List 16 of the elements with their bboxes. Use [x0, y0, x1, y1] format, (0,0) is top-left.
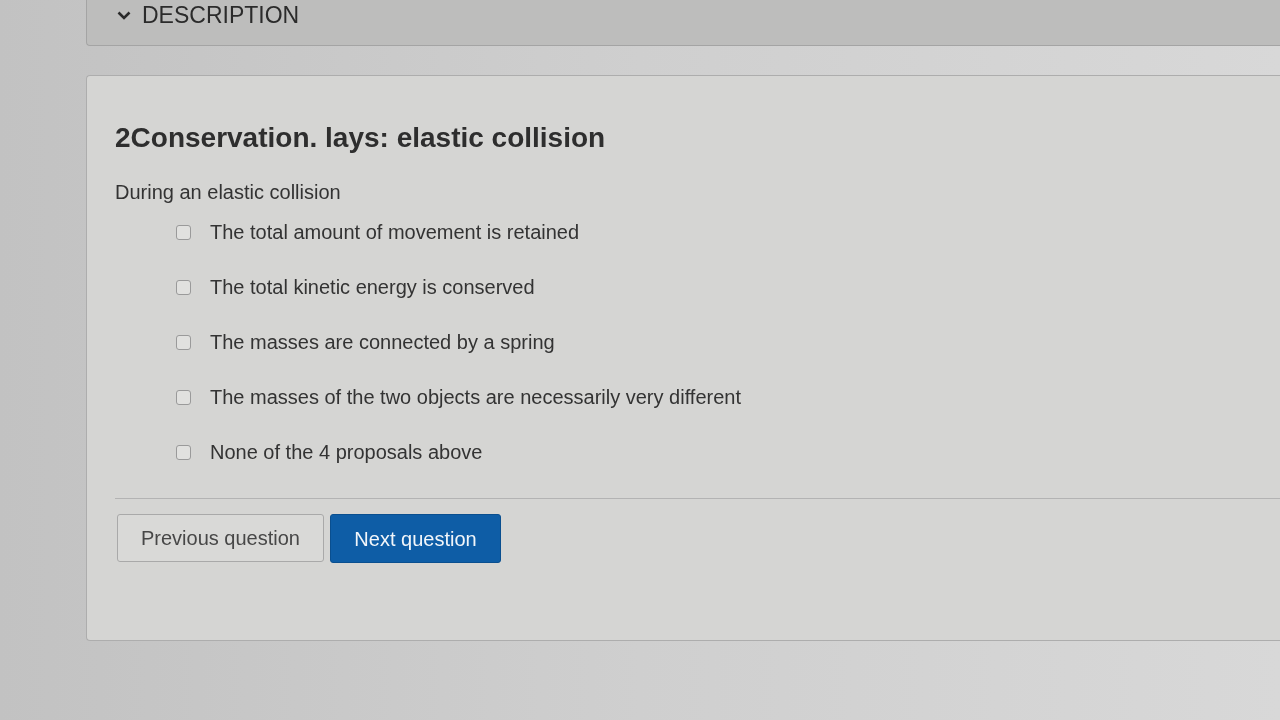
chevron-down-icon	[117, 11, 131, 20]
option-checkbox[interactable]	[176, 334, 191, 350]
option-label: The total amount of movement is retained	[210, 220, 580, 244]
question-prompt: During an elastic collision	[115, 180, 341, 204]
option-checkbox[interactable]	[176, 444, 191, 460]
option-label: The masses are connected by a spring	[210, 330, 555, 354]
option-checkbox[interactable]	[176, 224, 191, 240]
option-label: None of the 4 proposals above	[210, 440, 483, 464]
option-label: The masses of the two objects are necessarily very different	[210, 385, 741, 409]
previous-button[interactable]: Previous question	[117, 514, 324, 562]
option-checkbox[interactable]	[176, 279, 191, 295]
option-label: The total kinetic energy is conserved	[210, 275, 535, 299]
question-title: 2Conservation. lays: elastic collision	[115, 121, 606, 155]
option-checkbox[interactable]	[176, 389, 191, 405]
description-toggle-bar[interactable]: DESCRIPTION	[86, 0, 1280, 46]
next-button[interactable]: Next question	[330, 514, 501, 563]
